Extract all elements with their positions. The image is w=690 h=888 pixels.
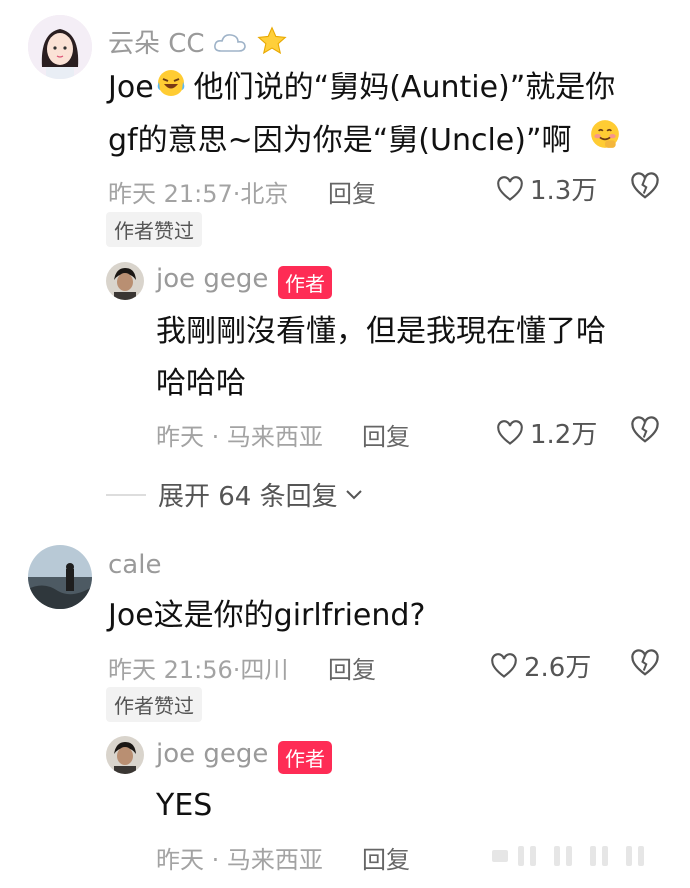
avatar-image — [28, 545, 92, 609]
laughing-crying-emoji-icon — [154, 63, 194, 115]
comment-location: 四川 — [240, 656, 289, 684]
like-button[interactable]: 1.3万 — [496, 170, 597, 207]
chevron-down-icon — [345, 489, 362, 499]
avatar-image — [106, 262, 144, 300]
heart-icon — [497, 419, 523, 445]
comment-text-line: gf的意思~因为你是“舅(Uncle)”啊 — [108, 122, 572, 158]
reply-text-line: 哈哈哈 — [156, 366, 246, 401]
reply-avatar[interactable] — [106, 262, 144, 300]
avatar[interactable] — [28, 545, 92, 609]
heart-icon — [491, 652, 517, 678]
like-count: 2.6万 — [524, 653, 592, 683]
like-button[interactable]: 2.6万 — [490, 647, 591, 684]
watermark-logo — [492, 842, 662, 874]
author-liked-tag: 作者赞过 — [106, 212, 202, 247]
comment-text-line: 他们说的“舅妈(Auntie)”就是你 — [193, 70, 616, 105]
reply-button[interactable]: 回复 — [362, 417, 410, 452]
dislike-button[interactable] — [630, 416, 660, 448]
comment-username[interactable]: cale — [108, 550, 161, 580]
avatar[interactable] — [28, 15, 92, 79]
reply-username[interactable]: joe gege — [156, 264, 268, 294]
reply-button[interactable]: 回复 — [328, 174, 376, 209]
comment-meta: 昨天 21:56·四川 — [108, 650, 288, 685]
broken-heart-icon — [631, 416, 659, 443]
cloud-icon — [213, 30, 247, 60]
reply-username[interactable]: joe gege — [156, 739, 268, 769]
broken-heart-icon — [631, 172, 659, 199]
broken-heart-icon — [631, 649, 659, 676]
reply-avatar[interactable] — [106, 736, 144, 774]
comment-body: Joe 他们说的“舅妈(Auntie)”就是你 gf的意思~因为你是“舅(Uncl… — [108, 62, 668, 167]
reply-meta: 昨天 · 马来西亚 — [156, 846, 323, 874]
reply-body: 我剛剛沒看懂，但是我現在懂了哈 哈哈哈 — [156, 306, 676, 410]
expand-replies-button[interactable]: 展开 64 条回复 — [106, 476, 364, 513]
author-liked-tag: 作者赞过 — [106, 687, 202, 722]
username-text: 云朵 CC — [108, 29, 205, 59]
comment-time: 昨天 21:57· — [108, 180, 241, 208]
dislike-button[interactable] — [630, 172, 660, 204]
comment-body: Joe这是你的girlfriend? — [108, 598, 426, 633]
avatar-image — [28, 15, 92, 79]
heart-icon — [497, 175, 523, 201]
star-icon — [255, 25, 289, 64]
avatar-image — [106, 736, 144, 774]
reply-button[interactable]: 回复 — [362, 840, 410, 875]
comment-text-prefix: Joe — [108, 70, 154, 105]
shy-smile-emoji-icon — [581, 115, 621, 167]
comment-username[interactable]: 云朵 CC — [108, 23, 289, 64]
dislike-button[interactable] — [630, 649, 660, 681]
comment-time: 昨天 21:56· — [108, 656, 241, 684]
author-badge: 作者 — [278, 266, 332, 299]
reply-body: YES — [156, 788, 213, 823]
like-count: 1.3万 — [530, 176, 598, 206]
reply-button[interactable]: 回复 — [328, 650, 376, 685]
reply-text-line: 我剛剛沒看懂，但是我現在懂了哈 — [156, 314, 606, 349]
divider-line — [106, 493, 146, 496]
author-badge: 作者 — [278, 741, 332, 774]
reply-meta: 昨天 · 马来西亚 — [156, 423, 323, 451]
comment-location: 北京 — [240, 180, 289, 208]
like-count: 1.2万 — [530, 420, 598, 450]
like-button[interactable]: 1.2万 — [496, 414, 597, 451]
expand-replies-label: 展开 64 条回复 — [158, 482, 338, 512]
comment-meta: 昨天 21:57·北京 — [108, 174, 288, 209]
